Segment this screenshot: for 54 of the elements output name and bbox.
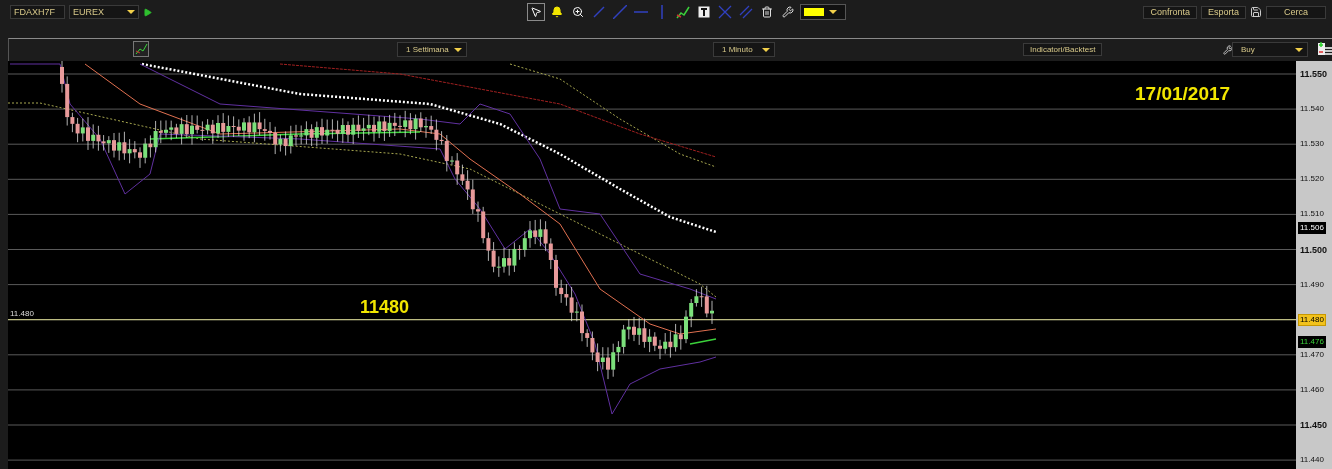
search-button[interactable]: Cerca xyxy=(1266,5,1326,19)
tools-icon xyxy=(782,6,794,18)
export-button[interactable]: Esporta xyxy=(1200,5,1246,19)
axis-label: 11.490 xyxy=(1300,279,1324,290)
order-type-dropdown[interactable]: Buy xyxy=(1232,42,1308,57)
wrench-icon[interactable] xyxy=(1223,45,1233,55)
parallel-lines-icon xyxy=(739,5,753,19)
axis-label: 11.530 xyxy=(1300,139,1324,150)
moving-average-line xyxy=(689,338,717,345)
indicators-button[interactable]: Indicatori/Backtest xyxy=(1023,43,1103,56)
axis-label: 11.550 xyxy=(1300,69,1328,79)
compare-button[interactable]: Confronta xyxy=(1143,5,1197,19)
zoom-icon xyxy=(572,6,584,18)
period-dropdown[interactable]: 1 Settimana xyxy=(397,42,467,57)
save-icon[interactable] xyxy=(1250,6,1262,18)
line-icon xyxy=(613,5,627,19)
tool-button[interactable] xyxy=(527,3,545,21)
tool-button[interactable] xyxy=(779,3,797,21)
caret-icon xyxy=(1295,47,1303,52)
price-badge: 11.480 xyxy=(1298,313,1326,326)
exchange-dropdown[interactable]: EUREX xyxy=(69,5,139,19)
axis-label: 11.470 xyxy=(1300,349,1324,360)
color-picker[interactable] xyxy=(800,4,846,20)
date-annotation: 17/01/2017 xyxy=(1135,83,1231,105)
caret-icon xyxy=(127,10,135,14)
play-icon[interactable] xyxy=(143,7,152,17)
bell-icon xyxy=(551,6,563,18)
axis-label: 11.520 xyxy=(1300,174,1324,185)
interval-dropdown[interactable]: 1 Minuto xyxy=(713,42,775,57)
trash-icon xyxy=(761,6,773,18)
axis-label: 11.500 xyxy=(1300,244,1328,255)
axis-label: 11.510 xyxy=(1300,209,1324,220)
vertical-line-icon xyxy=(660,5,664,19)
crossing-lines-icon xyxy=(718,5,732,19)
chart-study-icon xyxy=(676,5,690,19)
order-list-icon[interactable] xyxy=(1317,41,1332,57)
caret-icon xyxy=(762,47,770,52)
symbol-field[interactable]: FDAXH7F xyxy=(10,5,65,19)
axis-label: 11.540 xyxy=(1300,104,1324,115)
price-line-label: 11.480 xyxy=(10,308,34,318)
horizontal-line-icon xyxy=(634,9,648,15)
chart-type-icon[interactable] xyxy=(133,41,149,57)
text-tool-icon xyxy=(698,6,710,18)
pointer-icon xyxy=(530,6,542,18)
caret-icon xyxy=(829,10,837,14)
price-badge: 11.506 xyxy=(1298,222,1326,235)
color-swatch xyxy=(804,8,824,16)
price-badge: 11.476 xyxy=(1298,335,1326,348)
level-annotation: 11480 xyxy=(360,297,410,318)
axis-label: 11.460 xyxy=(1300,384,1324,395)
axis-label: 11.450 xyxy=(1300,420,1328,430)
axis-label: 11.440 xyxy=(1300,455,1324,466)
segment-icon xyxy=(593,6,605,18)
caret-icon xyxy=(454,47,462,52)
